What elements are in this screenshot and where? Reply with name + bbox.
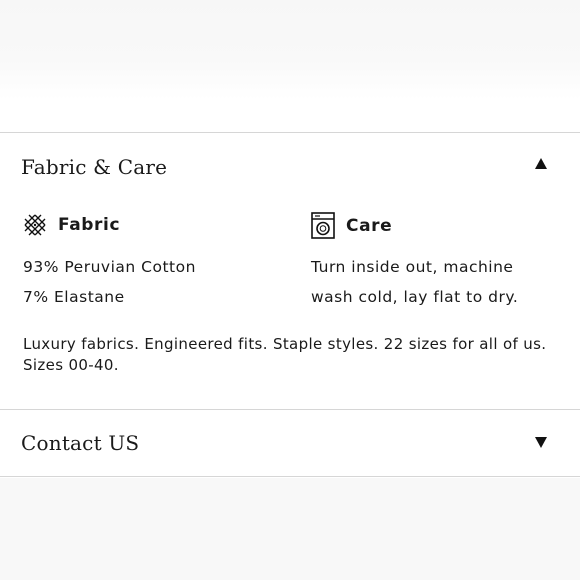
triangle-up-icon[interactable] [535,158,547,169]
fabric-heading: Fabric [23,213,120,237]
fabric-heading-label: Fabric [58,215,121,235]
fabric-details: 93% Peruvian Cotton 7% Elastane [23,253,196,312]
fabric-line: 7% Elastane [23,287,125,306]
bottom-background [0,478,580,580]
divider-bottom [0,476,580,477]
triangle-down-icon[interactable] [535,437,547,448]
care-line: Turn inside out, machine [311,258,514,276]
product-description: Luxury fabrics. Engineered fits. Staple … [23,334,563,376]
washing-machine-icon [311,212,335,239]
fabric-line: 93% Peruvian Cotton [23,258,196,276]
care-heading-label: Care [346,215,393,236]
care-line: wash cold, lay flat to dry. [311,287,519,306]
care-details: Turn inside out, machine wash cold, lay … [311,253,518,312]
care-heading: Care [311,212,392,239]
top-background [0,0,580,100]
contact-accordion-header[interactable]: Contact US [0,410,580,476]
description-line: Luxury fabrics. Engineered fits. Staple … [23,335,547,353]
fabric-care-accordion-header[interactable]: Fabric & Care [0,133,580,199]
fabric-care-title: Fabric & Care [21,155,168,179]
contact-title: Contact US [21,431,140,455]
fabric-weave-icon [23,213,47,237]
description-line: Sizes 00-40. [23,356,119,374]
